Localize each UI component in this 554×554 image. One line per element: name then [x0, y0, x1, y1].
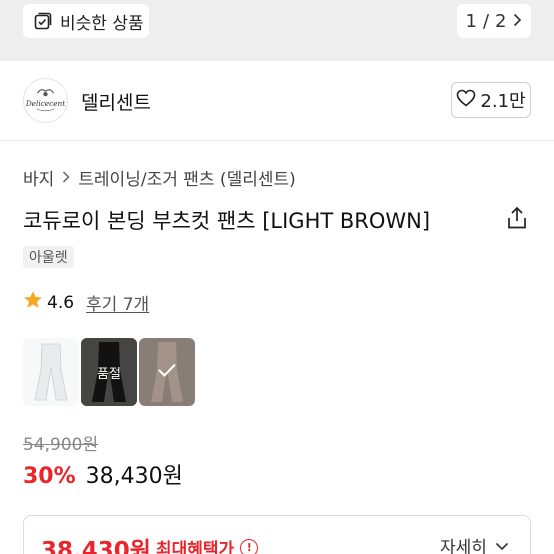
- color-options: 품절: [23, 338, 195, 406]
- chevron-right-icon: [512, 11, 522, 32]
- image-pager[interactable]: 1 / 2: [457, 4, 531, 38]
- details-toggle[interactable]: 자세히: [440, 533, 509, 554]
- selected-overlay: [139, 338, 195, 406]
- pager-separator: /: [482, 10, 490, 32]
- info-icon[interactable]: !: [240, 538, 259, 554]
- breadcrumb-item-subcategory[interactable]: 트레이닝/조거 팬츠 (델리센트): [78, 165, 295, 190]
- brand-row: Delicecent 델리센트 2.1만: [0, 61, 554, 141]
- brand-name[interactable]: 델리센트: [81, 88, 151, 115]
- sale-price-row: 30% 38,430원: [23, 458, 183, 490]
- breadcrumb: 바지 트레이닝/조거 팬츠 (델리센트): [23, 165, 296, 190]
- review-link[interactable]: 후기 7개: [86, 290, 149, 315]
- color-option-black[interactable]: 품절: [81, 338, 137, 406]
- star-icon: [23, 290, 43, 315]
- sold-out-overlay: 품절: [81, 338, 137, 406]
- outlet-tag: 아울렛: [23, 246, 74, 268]
- sold-out-label: 품절: [97, 366, 121, 382]
- similar-products-label: 비슷한 상품: [60, 13, 144, 34]
- discount-rate: 30%: [23, 464, 76, 489]
- top-strip: 비슷한 상품 1 / 2: [0, 0, 554, 61]
- similar-products-button[interactable]: 비슷한 상품: [23, 4, 149, 38]
- similar-products-icon: [34, 12, 52, 30]
- brand-logo[interactable]: Delicecent: [23, 78, 68, 123]
- max-benefit-box[interactable]: 38,430원 최대혜택가 ! 자세히: [23, 515, 531, 554]
- pager-current: 1: [465, 10, 477, 32]
- rating: 4.6 후기 7개: [23, 290, 149, 315]
- sale-price: 38,430원: [85, 464, 183, 489]
- share-icon[interactable]: [506, 206, 528, 230]
- heart-icon: [456, 89, 476, 112]
- max-benefit-price: 38,430원: [41, 538, 151, 554]
- check-icon: [157, 362, 177, 382]
- color-option-light-gray[interactable]: [23, 338, 79, 406]
- max-benefit-label-text: 최대혜택가: [156, 540, 235, 554]
- like-count: 2.1만: [480, 91, 526, 112]
- like-button[interactable]: 2.1만: [451, 82, 531, 118]
- chevron-down-icon: [495, 536, 509, 554]
- rating-value: 4.6: [47, 292, 75, 313]
- product-title: 코듀로이 본딩 부츠컷 팬츠 [LIGHT BROWN]: [23, 209, 431, 233]
- color-option-light-brown[interactable]: [139, 338, 195, 406]
- original-price: 54,900원: [23, 435, 99, 455]
- breadcrumb-item-category[interactable]: 바지: [23, 165, 54, 190]
- details-label: 자세히: [440, 538, 487, 554]
- brand-logo-text: Delicecent: [25, 98, 65, 107]
- pager-total: 2: [495, 10, 507, 32]
- chevron-right-icon: [62, 168, 70, 187]
- max-benefit-label: 최대혜택가 !: [156, 535, 259, 554]
